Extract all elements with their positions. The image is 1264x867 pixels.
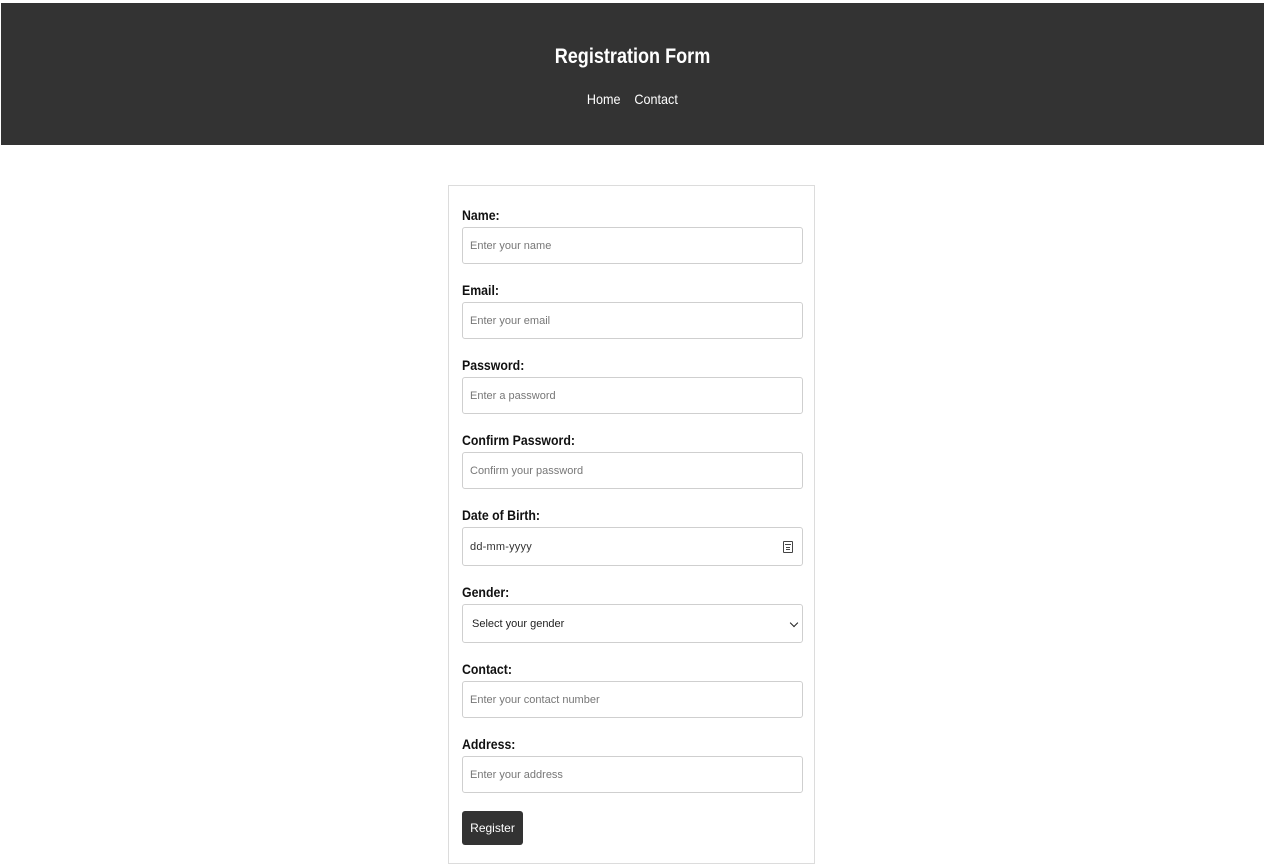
- name-input[interactable]: [462, 227, 803, 264]
- email-input[interactable]: [462, 302, 803, 339]
- top-nav: Home Contact: [1, 90, 1264, 108]
- confirm-password-field-group: Confirm Password:: [462, 432, 803, 489]
- gender-field-group: Gender: Select your gender: [462, 584, 803, 643]
- contact-input[interactable]: [462, 681, 803, 718]
- password-input[interactable]: [462, 377, 803, 414]
- name-field-group: Name:: [462, 207, 803, 264]
- password-field-group: Password:: [462, 357, 803, 414]
- registration-form: Name: Email: Password: Confirm Password:…: [448, 185, 815, 864]
- confirm-password-label: Confirm Password:: [462, 432, 575, 448]
- gender-select-value: Select your gender: [472, 617, 565, 630]
- address-label: Address:: [462, 736, 516, 752]
- address-field-group: Address:: [462, 736, 803, 793]
- gender-select[interactable]: Select your gender: [462, 604, 803, 643]
- dob-label: Date of Birth:: [462, 507, 541, 523]
- calendar-icon[interactable]: [783, 540, 793, 553]
- register-button[interactable]: Register: [462, 811, 523, 845]
- password-label: Password:: [462, 357, 525, 373]
- name-label: Name:: [462, 207, 500, 223]
- dob-field-group: Date of Birth: dd-mm-yyyy: [462, 507, 803, 566]
- nav-home-link[interactable]: Home: [587, 90, 621, 108]
- page-title: Registration Form: [554, 45, 711, 68]
- address-input[interactable]: [462, 756, 803, 793]
- dob-input[interactable]: dd-mm-yyyy: [462, 527, 803, 566]
- confirm-password-input[interactable]: [462, 452, 803, 489]
- site-header: Registration Form Home Contact: [1, 3, 1264, 145]
- email-label: Email:: [462, 282, 499, 298]
- chevron-down-icon: [789, 618, 799, 628]
- dob-placeholder: dd-mm-yyyy: [470, 540, 532, 553]
- email-field-group: Email:: [462, 282, 803, 339]
- contact-field-group: Contact:: [462, 661, 803, 718]
- contact-label: Contact:: [462, 661, 512, 677]
- gender-label: Gender:: [462, 584, 510, 600]
- nav-contact-link[interactable]: Contact: [634, 90, 677, 108]
